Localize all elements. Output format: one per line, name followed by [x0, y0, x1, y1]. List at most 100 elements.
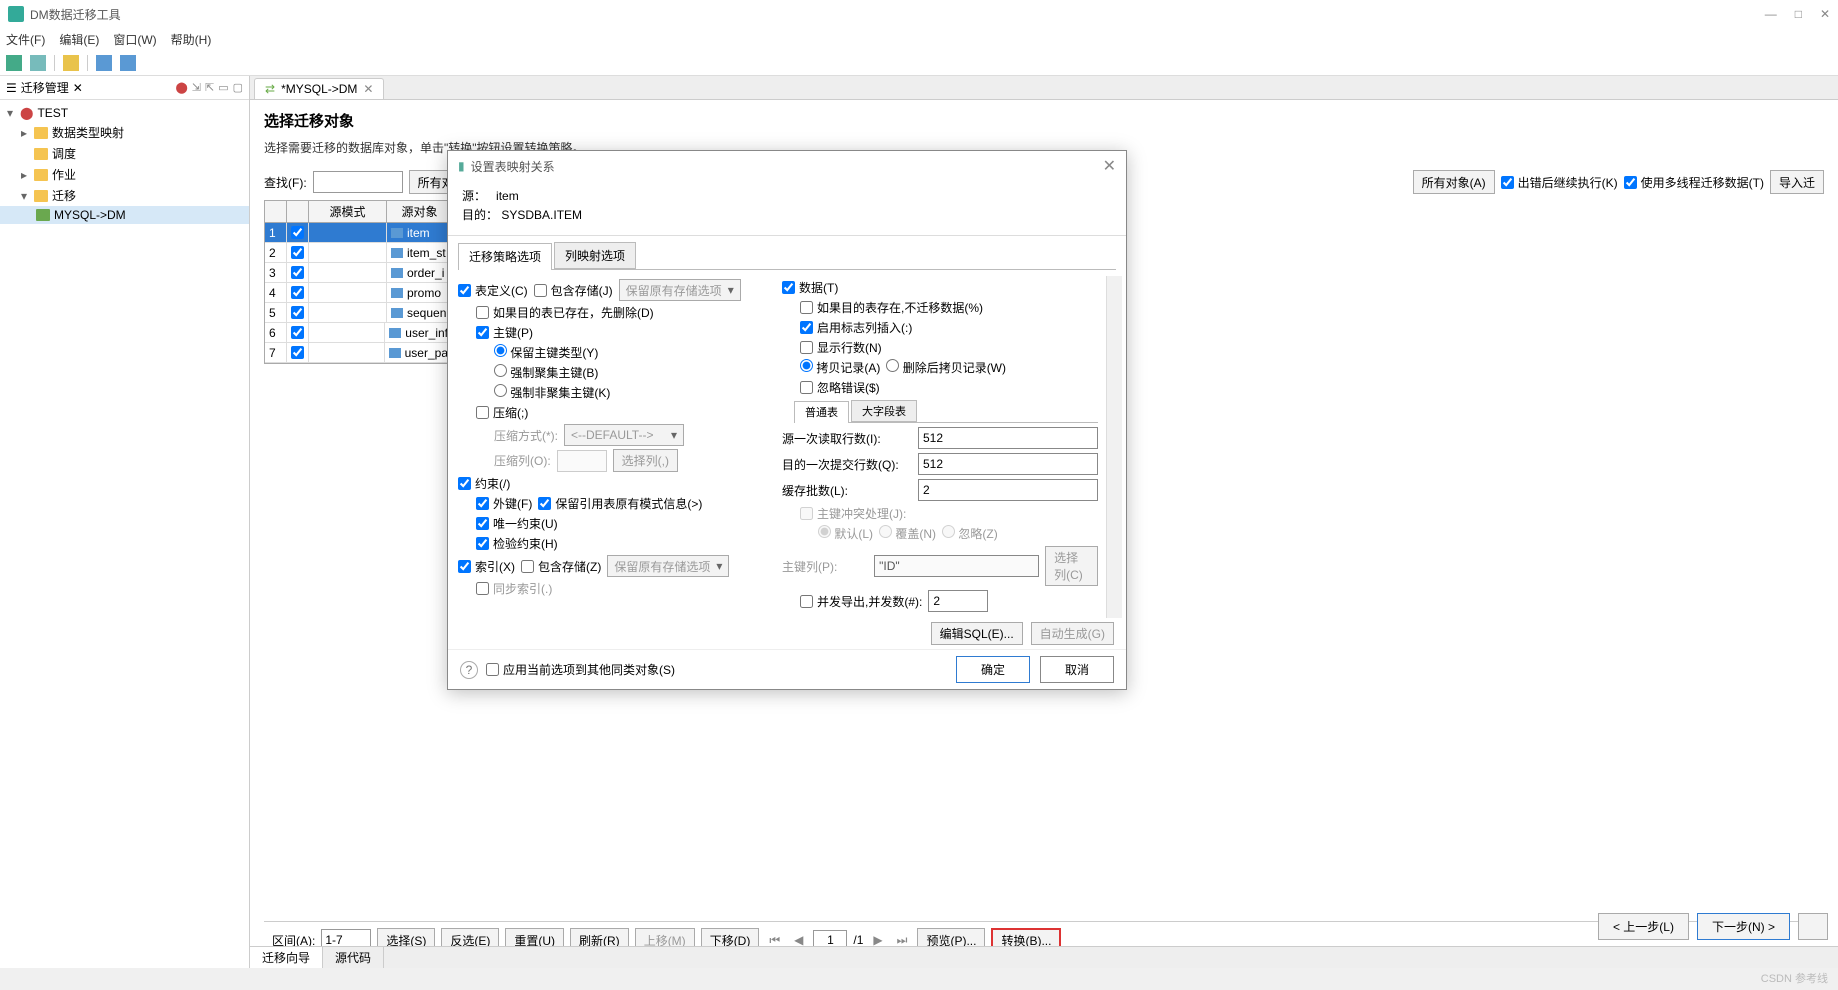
home-icon[interactable]	[120, 55, 136, 71]
tab-column-mapping[interactable]: 列映射选项	[554, 242, 636, 269]
compress-mode-select[interactable]: <--DEFAULT-->▾	[564, 424, 684, 446]
edit-sql-button[interactable]: 编辑SQL(E)...	[931, 622, 1023, 645]
link-icon[interactable]	[96, 55, 112, 71]
cancel-button[interactable]: 取消	[1040, 656, 1114, 683]
check-checkbox[interactable]: 检验约束(H)	[476, 535, 558, 552]
sidebar-import-icon[interactable]: ⇲	[192, 81, 201, 94]
dialog-title: 设置表映射关系	[471, 158, 555, 175]
import-button[interactable]: 导入迁	[1770, 170, 1824, 194]
index-storage-select[interactable]: 保留原有存储选项▾	[607, 555, 729, 577]
pk-keep-radio[interactable]: 保留主键类型(Y)	[494, 344, 598, 361]
next-page-icon[interactable]: ▶	[869, 933, 886, 947]
pk-checkbox[interactable]: 主键(P)	[476, 324, 533, 341]
pk-col-button[interactable]: 选择列(C)	[1045, 546, 1098, 586]
index-storage-checkbox[interactable]: 包含存储(Z)	[521, 558, 601, 575]
copy-records-radio[interactable]: 拷贝记录(A)	[800, 359, 880, 376]
find-input[interactable]	[313, 171, 403, 193]
menu-edit[interactable]: 编辑(E)	[59, 31, 99, 48]
tab-close-icon[interactable]: ✕	[363, 82, 373, 96]
table-row[interactable]: 1item	[265, 223, 453, 243]
main-tab[interactable]: ⇄*MYSQL->DM✕	[254, 78, 384, 99]
close-icon[interactable]: ✕	[1820, 7, 1830, 21]
data-checkbox[interactable]: 数据(T)	[782, 279, 838, 296]
save-icon[interactable]	[6, 55, 22, 71]
include-storage-checkbox[interactable]: 包含存储(J)	[534, 282, 613, 299]
next-step-button[interactable]: 下一步(N) >	[1697, 913, 1790, 940]
col-source-mode[interactable]: 源模式	[309, 201, 387, 222]
new-icon[interactable]	[63, 55, 79, 71]
prev-page-icon[interactable]: ◀	[790, 933, 807, 947]
compress-checkbox[interactable]: 压缩(;)	[476, 404, 528, 421]
apply-to-others-checkbox[interactable]: 应用当前选项到其他同类对象(S)	[486, 661, 675, 678]
src-rows-input[interactable]	[918, 427, 1098, 449]
object-grid: 源模式 源对象 1item2item_st3order_i4promo5sequ…	[264, 200, 454, 364]
right-options: 数据(T) 如果目的表存在,不迁移数据(%) 启用标志列插入(:) 显示行数(N…	[782, 276, 1106, 618]
menu-help[interactable]: 帮助(H)	[171, 31, 212, 48]
tab-wizard[interactable]: 迁移向导	[250, 947, 323, 968]
no-migrate-if-exists-checkbox[interactable]: 如果目的表存在,不迁移数据(%)	[800, 299, 983, 316]
table-row[interactable]: 6user_inf	[265, 323, 453, 343]
constraint-checkbox[interactable]: 约束(/)	[458, 475, 510, 492]
inner-tab-normal[interactable]: 普通表	[794, 401, 849, 423]
dst-rows-input[interactable]	[918, 453, 1098, 475]
sidebar-export-icon[interactable]: ⇱	[205, 81, 214, 94]
tab-source-code[interactable]: 源代码	[323, 947, 384, 968]
sidebar: ☰ 迁移管理 ✕ ⬤ ⇲ ⇱ ▭ ▢ ▾⬤TEST ▸数据类型映射 调度 ▸作业…	[0, 76, 250, 968]
table-row[interactable]: 5sequen	[265, 303, 453, 323]
conflict-ignore-radio: 忽略(Z)	[942, 525, 998, 542]
unique-checkbox[interactable]: 唯一约束(U)	[476, 515, 558, 532]
tree-leaf-mysql-dm[interactable]: MYSQL->DM	[0, 206, 249, 224]
multithread-checkbox[interactable]: 使用多线程迁移数据(T)	[1624, 174, 1764, 191]
storage-option-select[interactable]: 保留原有存储选项▾	[619, 279, 741, 301]
continue-on-error-checkbox[interactable]: 出错后继续执行(K)	[1501, 174, 1618, 191]
tree-item[interactable]: 调度	[0, 143, 249, 164]
pk-cluster-radio[interactable]: 强制聚集主键(B)	[494, 364, 598, 381]
sidebar-max-icon[interactable]: ▢	[233, 81, 243, 94]
fk-checkbox[interactable]: 外键(F)	[476, 495, 532, 512]
dialog-close-icon[interactable]: ✕	[1103, 156, 1116, 176]
left-options: 表定义(C) 包含存储(J) 保留原有存储选项▾ 如果目的表已存在，先删除(D)…	[458, 276, 782, 618]
tree-root[interactable]: ▾⬤TEST	[0, 104, 249, 122]
pk-noncluster-radio[interactable]: 强制非聚集主键(K)	[494, 384, 610, 401]
auto-gen-button[interactable]: 自动生成(G)	[1031, 622, 1114, 645]
index-checkbox[interactable]: 索引(X)	[458, 558, 515, 575]
table-def-checkbox[interactable]: 表定义(C)	[458, 282, 528, 299]
prev-step-button[interactable]: < 上一步(L)	[1598, 913, 1689, 940]
compress-col-button[interactable]: 选择列(,)	[613, 449, 678, 472]
tree-item[interactable]: ▸数据类型映射	[0, 122, 249, 143]
table-row[interactable]: 7user_pa	[265, 343, 453, 363]
sync-index-checkbox[interactable]: 同步索引(.)	[476, 580, 552, 597]
sidebar-action-icon[interactable]: ⬤	[175, 81, 187, 94]
minimize-icon[interactable]: —	[1765, 7, 1777, 21]
conflict-overwrite-radio: 覆盖(N)	[879, 525, 936, 542]
parallel-count-input[interactable]	[928, 590, 988, 612]
tree-item[interactable]: ▾迁移	[0, 185, 249, 206]
menu-file[interactable]: 文件(F)	[6, 31, 45, 48]
identity-insert-checkbox[interactable]: 启用标志列插入(:)	[800, 319, 912, 336]
ignore-error-checkbox[interactable]: 忽略错误($)	[800, 379, 880, 396]
table-row[interactable]: 2item_st	[265, 243, 453, 263]
window-title: DM数据迁移工具	[30, 6, 121, 23]
dialog-scrollbar[interactable]	[1106, 276, 1122, 618]
menu-window[interactable]: 窗口(W)	[113, 31, 156, 48]
wizard-extra-button[interactable]	[1798, 913, 1828, 940]
drop-if-exists-checkbox[interactable]: 如果目的表已存在，先删除(D)	[476, 304, 654, 321]
fk-keep-checkbox[interactable]: 保留引用表原有模式信息(>)	[538, 495, 702, 512]
table-row[interactable]: 4promo	[265, 283, 453, 303]
table-row[interactable]: 3order_i	[265, 263, 453, 283]
show-rows-checkbox[interactable]: 显示行数(N)	[800, 339, 882, 356]
ok-button[interactable]: 确定	[956, 656, 1030, 683]
col-source-obj[interactable]: 源对象	[387, 201, 453, 222]
parallel-export-checkbox[interactable]: 并发导出,并发数(#):	[800, 593, 922, 610]
pk-conflict-checkbox: 主键冲突处理(J):	[800, 505, 906, 522]
maximize-icon[interactable]: □	[1795, 7, 1802, 21]
all-objects-button[interactable]: 所有对象(A)	[1413, 170, 1495, 194]
sidebar-min-icon[interactable]: ▭	[218, 81, 228, 94]
inner-tab-lob[interactable]: 大字段表	[851, 400, 917, 422]
tab-migration-strategy[interactable]: 迁移策略选项	[458, 243, 552, 270]
tree-item[interactable]: ▸作业	[0, 164, 249, 185]
save-all-icon[interactable]	[30, 55, 46, 71]
delete-copy-radio[interactable]: 删除后拷贝记录(W)	[886, 359, 1006, 376]
cache-input[interactable]	[918, 479, 1098, 501]
help-icon[interactable]: ?	[460, 661, 478, 679]
